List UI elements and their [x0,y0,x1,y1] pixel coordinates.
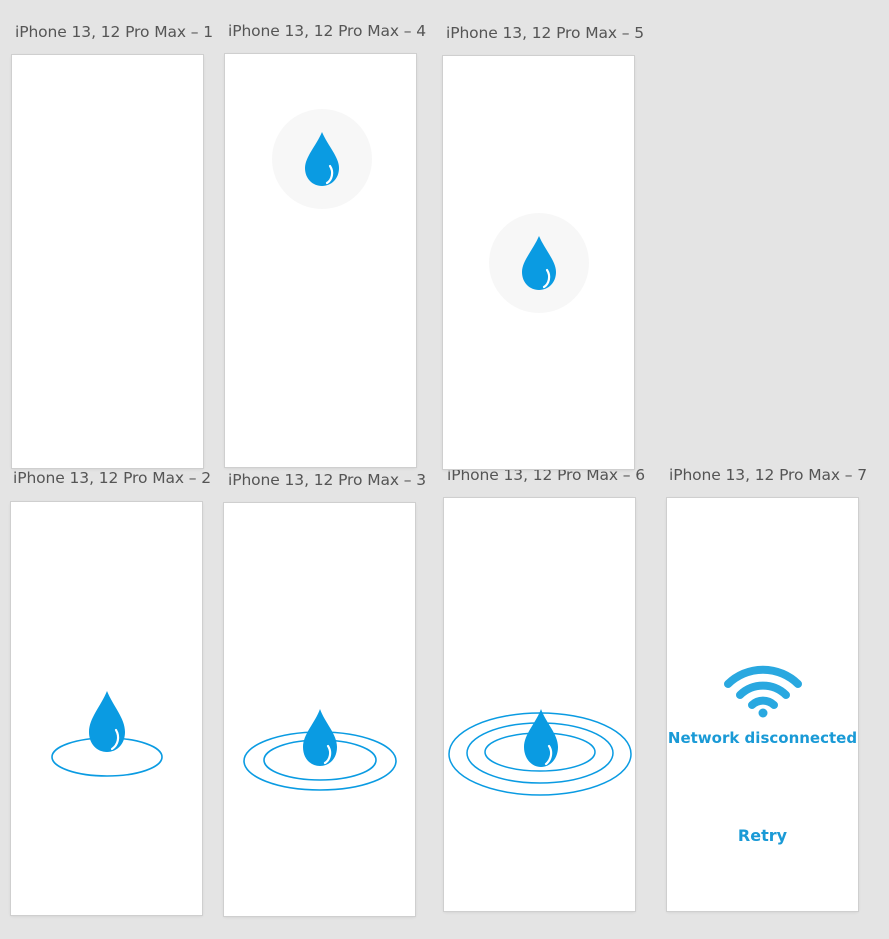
artboard-label-4[interactable]: iPhone 13, 12 Pro Max – 4 [228,22,426,40]
artboard-label-5[interactable]: iPhone 13, 12 Pro Max – 5 [446,24,644,42]
drop-splash-graphic [489,213,589,313]
artboard-label-2[interactable]: iPhone 13, 12 Pro Max – 2 [13,469,211,487]
retry-button[interactable]: Retry [738,826,787,845]
artboard-frame-6[interactable] [444,498,635,911]
artboard-label-7[interactable]: iPhone 13, 12 Pro Max – 7 [669,466,867,484]
ripple-graphic [240,707,400,797]
water-drop-icon [89,691,125,752]
drop-splash-graphic [272,109,372,209]
ripple-graphic [47,688,167,778]
artboard-frame-1[interactable] [12,55,203,468]
network-disconnected-message: Network disconnected [667,729,858,747]
ripple-graphic [447,708,633,800]
artboard-frame-2[interactable] [11,502,202,915]
artboard-frame-4[interactable] [225,54,416,467]
artboard-label-1[interactable]: iPhone 13, 12 Pro Max – 1 [15,23,213,41]
wifi-icon [722,658,804,720]
artboard-frame-5[interactable] [443,56,634,469]
water-drop-icon [303,709,337,766]
artboard-frame-3[interactable] [224,503,415,916]
artboard-label-3[interactable]: iPhone 13, 12 Pro Max – 3 [228,471,426,489]
water-drop-icon [524,709,558,767]
artboard-frame-7[interactable]: Network disconnected Retry [667,498,858,911]
